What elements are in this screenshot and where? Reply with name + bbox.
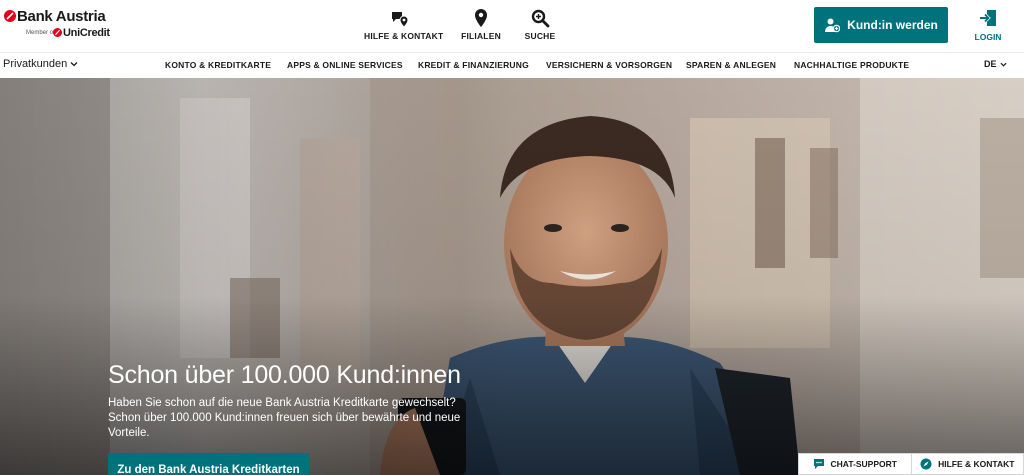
chevron-down-icon [999, 62, 1007, 67]
suche-link[interactable]: SUCHE [522, 8, 558, 41]
chat-location-icon [392, 12, 409, 28]
hilfe-kontakt-link[interactable]: HILFE & KONTAKT [364, 8, 444, 41]
bank-austria-logo-mark-icon [4, 10, 16, 22]
chevron-down-icon [70, 62, 78, 67]
chat-support-label: CHAT-SUPPORT [830, 459, 897, 469]
language-selector[interactable]: DE [984, 59, 1007, 69]
unicredit-logo-mark-icon [53, 28, 62, 37]
login-label: LOGIN [974, 32, 1002, 42]
hilfe-kontakt-label: HILFE & KONTAKT [364, 31, 444, 41]
segment-selector[interactable]: Privatkunden [3, 58, 78, 70]
hilfe-kontakt-float-button[interactable]: HILFE & KONTAKT [910, 454, 1024, 474]
nav-item-kredit-finanzierung[interactable]: KREDIT & FINANZIERUNG [418, 60, 529, 70]
nav-item-versichern-vorsorgen[interactable]: VERSICHERN & VORSORGEN [546, 60, 672, 70]
brand-name: Bank Austria [17, 8, 106, 25]
bank-austria-logo[interactable]: Bank Austria Member of UniCredit [4, 7, 114, 43]
kundin-werden-button[interactable]: Kund:in werden [814, 7, 948, 43]
nav-item-nachhaltige-produkte[interactable]: NACHHALTIGE PRODUKTE [794, 60, 909, 70]
login-link[interactable]: LOGIN [970, 9, 1006, 42]
kreditkarten-button[interactable]: Zu den Bank Austria Kreditkarten [108, 453, 309, 475]
hero-title: Schon über 100.000 Kund:innen [108, 361, 461, 389]
search-icon [531, 9, 550, 28]
map-pin-icon [475, 9, 487, 27]
hero-description: Haben Sie schon auf die neue Bank Austri… [108, 397, 461, 439]
segment-label: Privatkunden [3, 58, 68, 70]
chat-icon [813, 459, 824, 469]
hilfe-kontakt-float-label: HILFE & KONTAKT [938, 459, 1015, 469]
kundin-werden-label: Kund:in werden [847, 18, 938, 32]
compass-icon [920, 458, 932, 470]
login-icon [980, 10, 996, 26]
support-bar: CHAT-SUPPORT HILFE & KONTAKT [798, 453, 1024, 475]
filialen-label: FILIALEN [461, 31, 501, 41]
top-bar: Bank Austria Member of UniCredit HILFE &… [0, 0, 1024, 52]
language-label: DE [984, 59, 997, 69]
user-add-icon [825, 18, 841, 33]
main-navigation: Privatkunden KONTO & KREDITKARTE APPS & … [0, 52, 1024, 78]
nav-item-sparen-anlegen[interactable]: SPAREN & ANLEGEN [686, 60, 776, 70]
chat-support-button[interactable]: CHAT-SUPPORT [799, 454, 911, 474]
member-of-label: Member of [26, 30, 55, 36]
nav-item-apps-online-services[interactable]: APPS & ONLINE SERVICES [287, 60, 403, 70]
nav-item-konto-kreditkarte[interactable]: KONTO & KREDITKARTE [165, 60, 271, 70]
unicredit-name: UniCredit [63, 27, 110, 39]
suche-label: SUCHE [524, 31, 556, 41]
filialen-link[interactable]: FILIALEN [458, 8, 504, 41]
hero-banner: Schon über 100.000 Kund:innen Haben Sie … [0, 78, 1024, 475]
